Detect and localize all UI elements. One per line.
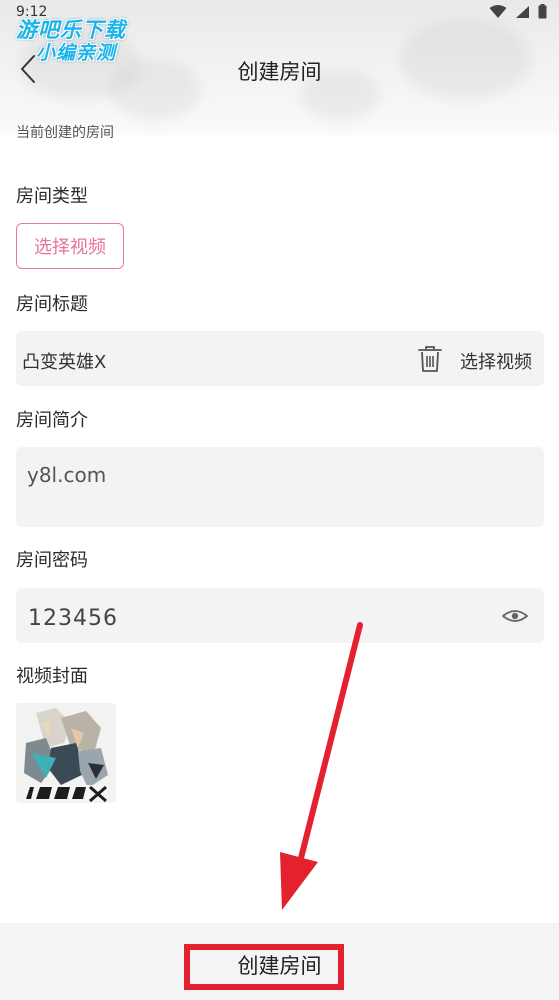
room-password-value: 123456: [28, 606, 118, 631]
room-intro-label: 房间简介: [16, 410, 88, 431]
eye-icon[interactable]: [501, 604, 529, 628]
wifi-icon: [489, 4, 507, 18]
select-video-button-label: 选择视频: [34, 237, 106, 258]
trash-icon[interactable]: [416, 344, 444, 374]
video-cover-label: 视频封面: [16, 666, 88, 687]
select-video-button[interactable]: 选择视频: [16, 223, 124, 269]
room-title-field[interactable]: 凸变英雄X 选择视频: [16, 331, 544, 386]
room-password-label: 房间密码: [16, 550, 88, 571]
room-password-field[interactable]: 123456: [16, 588, 544, 643]
room-title-label: 房间标题: [16, 294, 88, 315]
room-intro-field[interactable]: y8l.com: [16, 447, 544, 527]
battery-icon: [538, 4, 547, 19]
section-caption: 当前创建的房间: [16, 125, 114, 141]
status-icons: [489, 4, 547, 19]
room-title-value: 凸变英雄X: [22, 352, 107, 373]
cover-artwork: [16, 703, 116, 803]
choose-video-link[interactable]: 选择视频: [460, 348, 532, 374]
annotation-highlight-box: [184, 944, 344, 990]
page-title: 创建房间: [237, 60, 322, 84]
room-intro-value: y8l.com: [27, 463, 107, 487]
video-cover-thumbnail[interactable]: [16, 703, 116, 803]
room-type-label: 房间类型: [16, 186, 88, 207]
signal-icon: [516, 5, 529, 18]
